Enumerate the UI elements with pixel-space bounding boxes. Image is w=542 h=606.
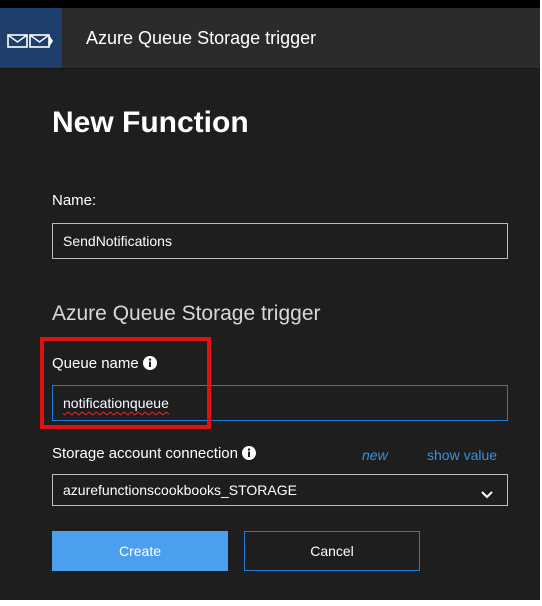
trigger-section-title: Azure Queue Storage trigger	[52, 302, 321, 325]
page-title: New Function	[52, 106, 249, 139]
queue-name-value: notificationqueue	[63, 395, 169, 411]
queue-name-label: Queue name	[52, 355, 139, 372]
top-edge	[0, 0, 540, 8]
queue-name-field[interactable]: notificationqueue	[52, 385, 508, 421]
storage-label-row: Storage account connection	[52, 445, 256, 464]
queue-name-label-row: Queue name	[52, 355, 157, 374]
show-value-link[interactable]: show value	[427, 447, 497, 463]
name-label: Name:	[52, 192, 97, 209]
chevron-down-icon	[481, 486, 493, 502]
info-icon[interactable]	[142, 356, 157, 374]
storage-account-select[interactable]: azurefunctionscookbooks_STORAGE	[52, 474, 508, 506]
new-connection-link[interactable]: new	[362, 447, 388, 463]
info-icon[interactable]	[241, 446, 256, 464]
new-function-panel: Azure Queue Storage trigger New Function…	[0, 0, 540, 600]
create-button[interactable]: Create	[52, 531, 228, 571]
cancel-button[interactable]: Cancel	[244, 531, 420, 571]
title-bar: Azure Queue Storage trigger	[0, 8, 540, 69]
storage-account-value: azurefunctionscookbooks_STORAGE	[63, 482, 297, 498]
queue-storage-icon	[0, 8, 62, 68]
name-field[interactable]	[52, 223, 508, 259]
title-bar-text: Azure Queue Storage trigger	[86, 28, 317, 48]
storage-account-label: Storage account connection	[52, 445, 238, 462]
